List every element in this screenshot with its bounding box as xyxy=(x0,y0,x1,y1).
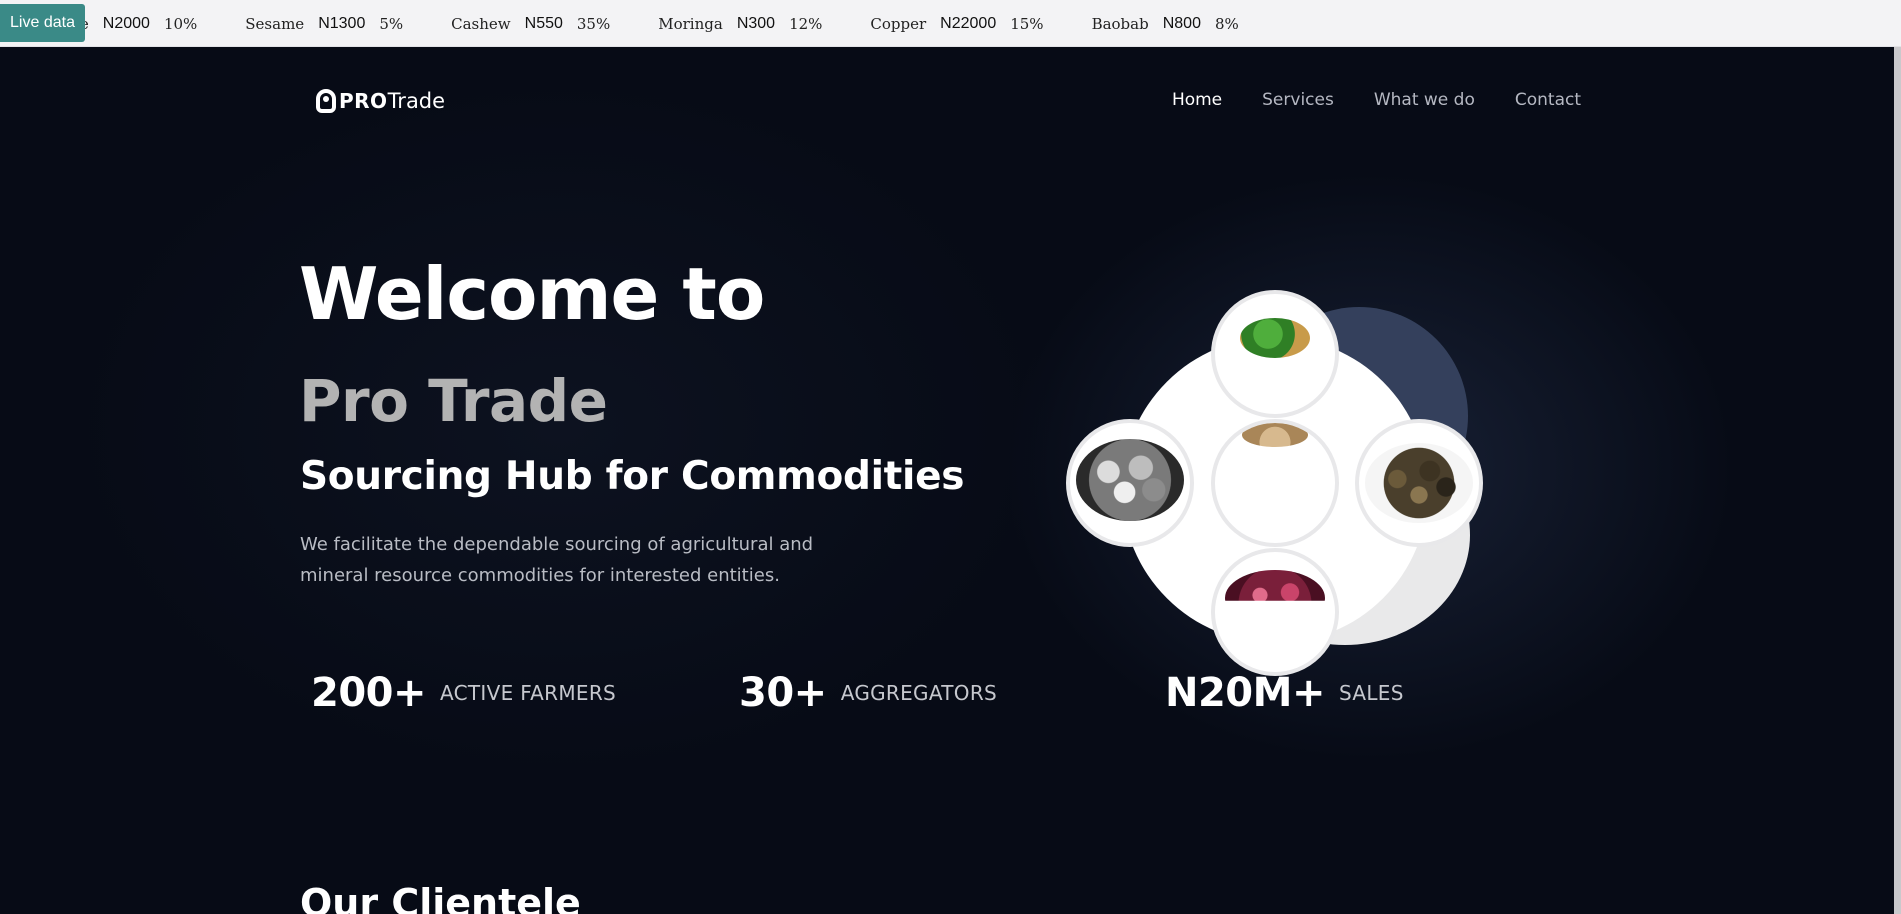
ticker-commodity-change: 8% xyxy=(1214,14,1239,33)
ticker-commodity-change: 35% xyxy=(576,14,611,33)
commodity-image-circle xyxy=(1066,419,1194,547)
ticker-commodity-name: Cashew xyxy=(451,14,511,33)
nav-link-contact[interactable]: Contact xyxy=(1515,90,1581,110)
hero-subtitle: Sourcing Hub for Commodities xyxy=(300,454,965,499)
ticker-commodity-name: Baobab xyxy=(1091,14,1149,33)
logo-text-light: Trade xyxy=(387,89,446,113)
ticker-commodity-change: 5% xyxy=(379,14,404,33)
hibiscus-icon xyxy=(1225,570,1325,601)
commodity-image-circle xyxy=(1211,290,1339,418)
ticker-commodity-name: Copper xyxy=(870,14,927,33)
live-data-ticker: ze N2000 10% Sesame N1300 5% Cashew N550… xyxy=(0,0,1901,47)
ticker-commodity-price: N800 xyxy=(1162,14,1201,32)
ticker-item: Moringa N300 12% xyxy=(658,15,822,33)
ticker-commodity-change: 10% xyxy=(163,14,198,33)
clientele-heading: Our Clientele xyxy=(300,881,581,914)
commodity-image-circle xyxy=(1211,419,1339,547)
ticker-track: ze N2000 10% Sesame N1300 5% Cashew N550… xyxy=(72,0,1287,46)
main-nav: Home Services What we do Contact xyxy=(1172,86,1581,114)
stat-active-farmers: 200+ ACTIVE FARMERS xyxy=(311,668,616,718)
nav-link-what-we-do[interactable]: What we do xyxy=(1374,90,1475,110)
hero-description: We facilitate the dependable sourcing of… xyxy=(300,534,814,586)
nav-link-home[interactable]: Home xyxy=(1172,90,1222,110)
ticker-commodity-price: N1300 xyxy=(318,14,366,32)
commodity-image-circle xyxy=(1355,419,1483,547)
protrade-logo[interactable]: PRO Trade xyxy=(316,86,445,116)
page-scrollbar[interactable] xyxy=(1894,47,1901,914)
stat-label: AGGREGATORS xyxy=(840,681,998,705)
stat-aggregators: 30+ AGGREGATORS xyxy=(739,668,997,718)
ticker-item: Copper N22000 15% xyxy=(870,15,1043,33)
ticker-commodity-change: 12% xyxy=(789,14,823,33)
mineral-rocks-icon xyxy=(1076,439,1184,521)
hero-welcome-heading: Welcome to xyxy=(299,252,765,336)
ticker-item: Baobab N800 8% xyxy=(1092,15,1239,33)
ticker-item: Cashew N550 35% xyxy=(451,15,610,33)
grain-icon xyxy=(1242,423,1308,447)
leafy-greens-icon xyxy=(1240,318,1310,358)
ticker-item: Sesame N1300 5% xyxy=(245,15,403,33)
nav-link-services[interactable]: Services xyxy=(1262,90,1334,110)
logo-text-bold: PRO xyxy=(339,89,388,113)
commodities-graphic xyxy=(1060,285,1500,685)
ticker-commodity-price: N300 xyxy=(736,14,776,32)
ticker-commodity-price: N2000 xyxy=(102,14,150,32)
ticker-commodity-name: Moringa xyxy=(658,14,723,33)
stat-label: ACTIVE FARMERS xyxy=(440,681,617,705)
stat-value: 200+ xyxy=(311,670,427,716)
commodity-image-circle xyxy=(1211,548,1339,676)
ticker-commodity-price: N550 xyxy=(524,14,563,32)
ticker-commodity-price: N22000 xyxy=(940,14,997,32)
ticker-item: ze N2000 10% xyxy=(72,15,197,33)
logo-mark-icon xyxy=(316,89,336,113)
hero-brand-heading: Pro Trade xyxy=(299,367,608,435)
ticker-commodity-change: 15% xyxy=(1010,14,1044,33)
stat-value: 30+ xyxy=(739,670,827,716)
dried-herbs-icon xyxy=(1365,443,1473,523)
live-data-badge: Live data xyxy=(0,4,85,42)
ticker-commodity-name: Sesame xyxy=(245,14,305,33)
